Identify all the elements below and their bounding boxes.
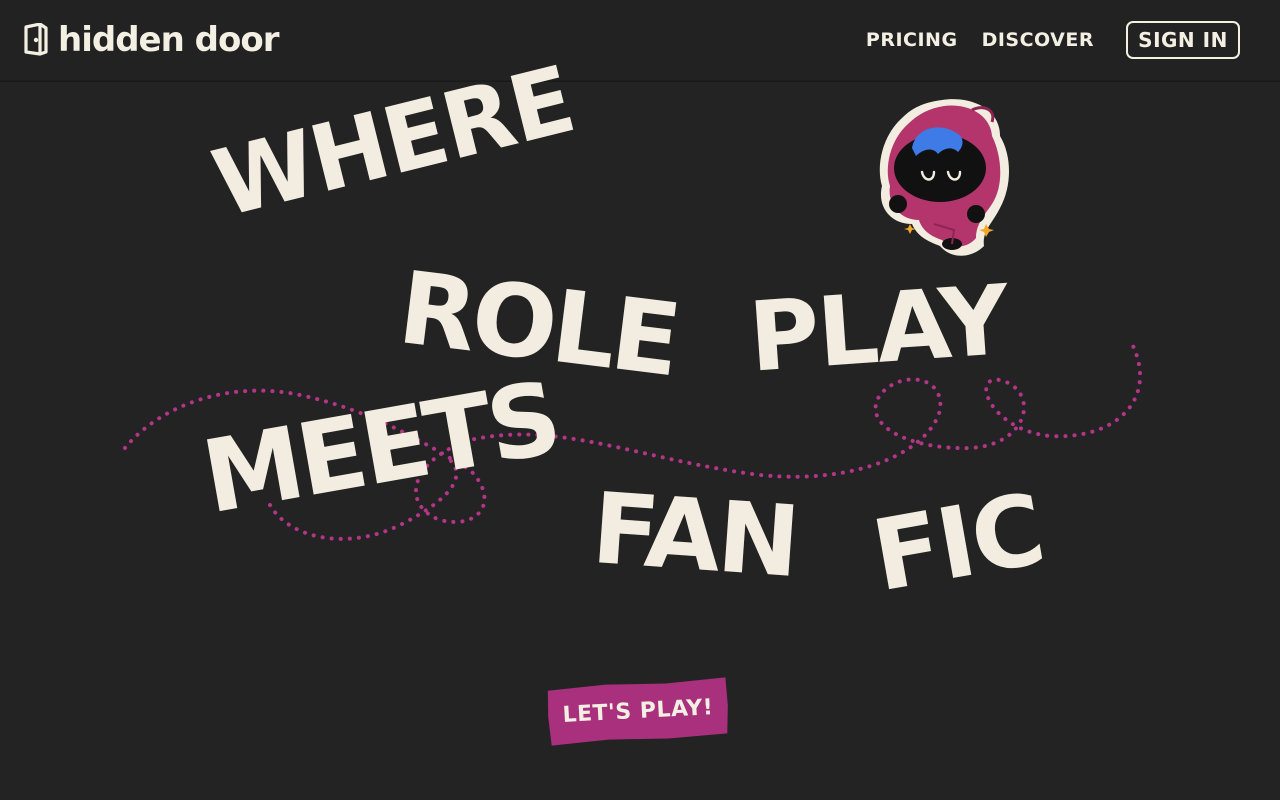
hooded-character-mascot (879, 99, 1009, 256)
nav-link-pricing[interactable]: PRICING (866, 29, 958, 51)
top-navigation-bar: hidden door PRICING DISCOVER SIGN IN (0, 0, 1280, 81)
brand-name: hidden door (58, 20, 279, 60)
headline-word-play: PLAY (745, 264, 1011, 394)
headline-word-meets: MEETS (194, 359, 566, 537)
main-nav: PRICING DISCOVER SIGN IN (842, 20, 1240, 60)
sign-in-button[interactable]: SIGN IN (1126, 21, 1240, 59)
page: hidden door PRICING DISCOVER SIGN IN WHE… (0, 0, 1280, 800)
lets-play-button[interactable]: LET'S PLAY! (546, 675, 731, 746)
home-logo-link[interactable]: hidden door (22, 20, 279, 60)
headline-word-fic: FIC (864, 472, 1052, 615)
lets-play-label: LET'S PLAY! (562, 694, 714, 728)
nav-link-discover[interactable]: DISCOVER (982, 29, 1094, 51)
hidden-door-logo-icon (24, 23, 48, 56)
sign-in-label: SIGN IN (1138, 28, 1228, 52)
headline-word-fan: FAN (588, 472, 801, 601)
